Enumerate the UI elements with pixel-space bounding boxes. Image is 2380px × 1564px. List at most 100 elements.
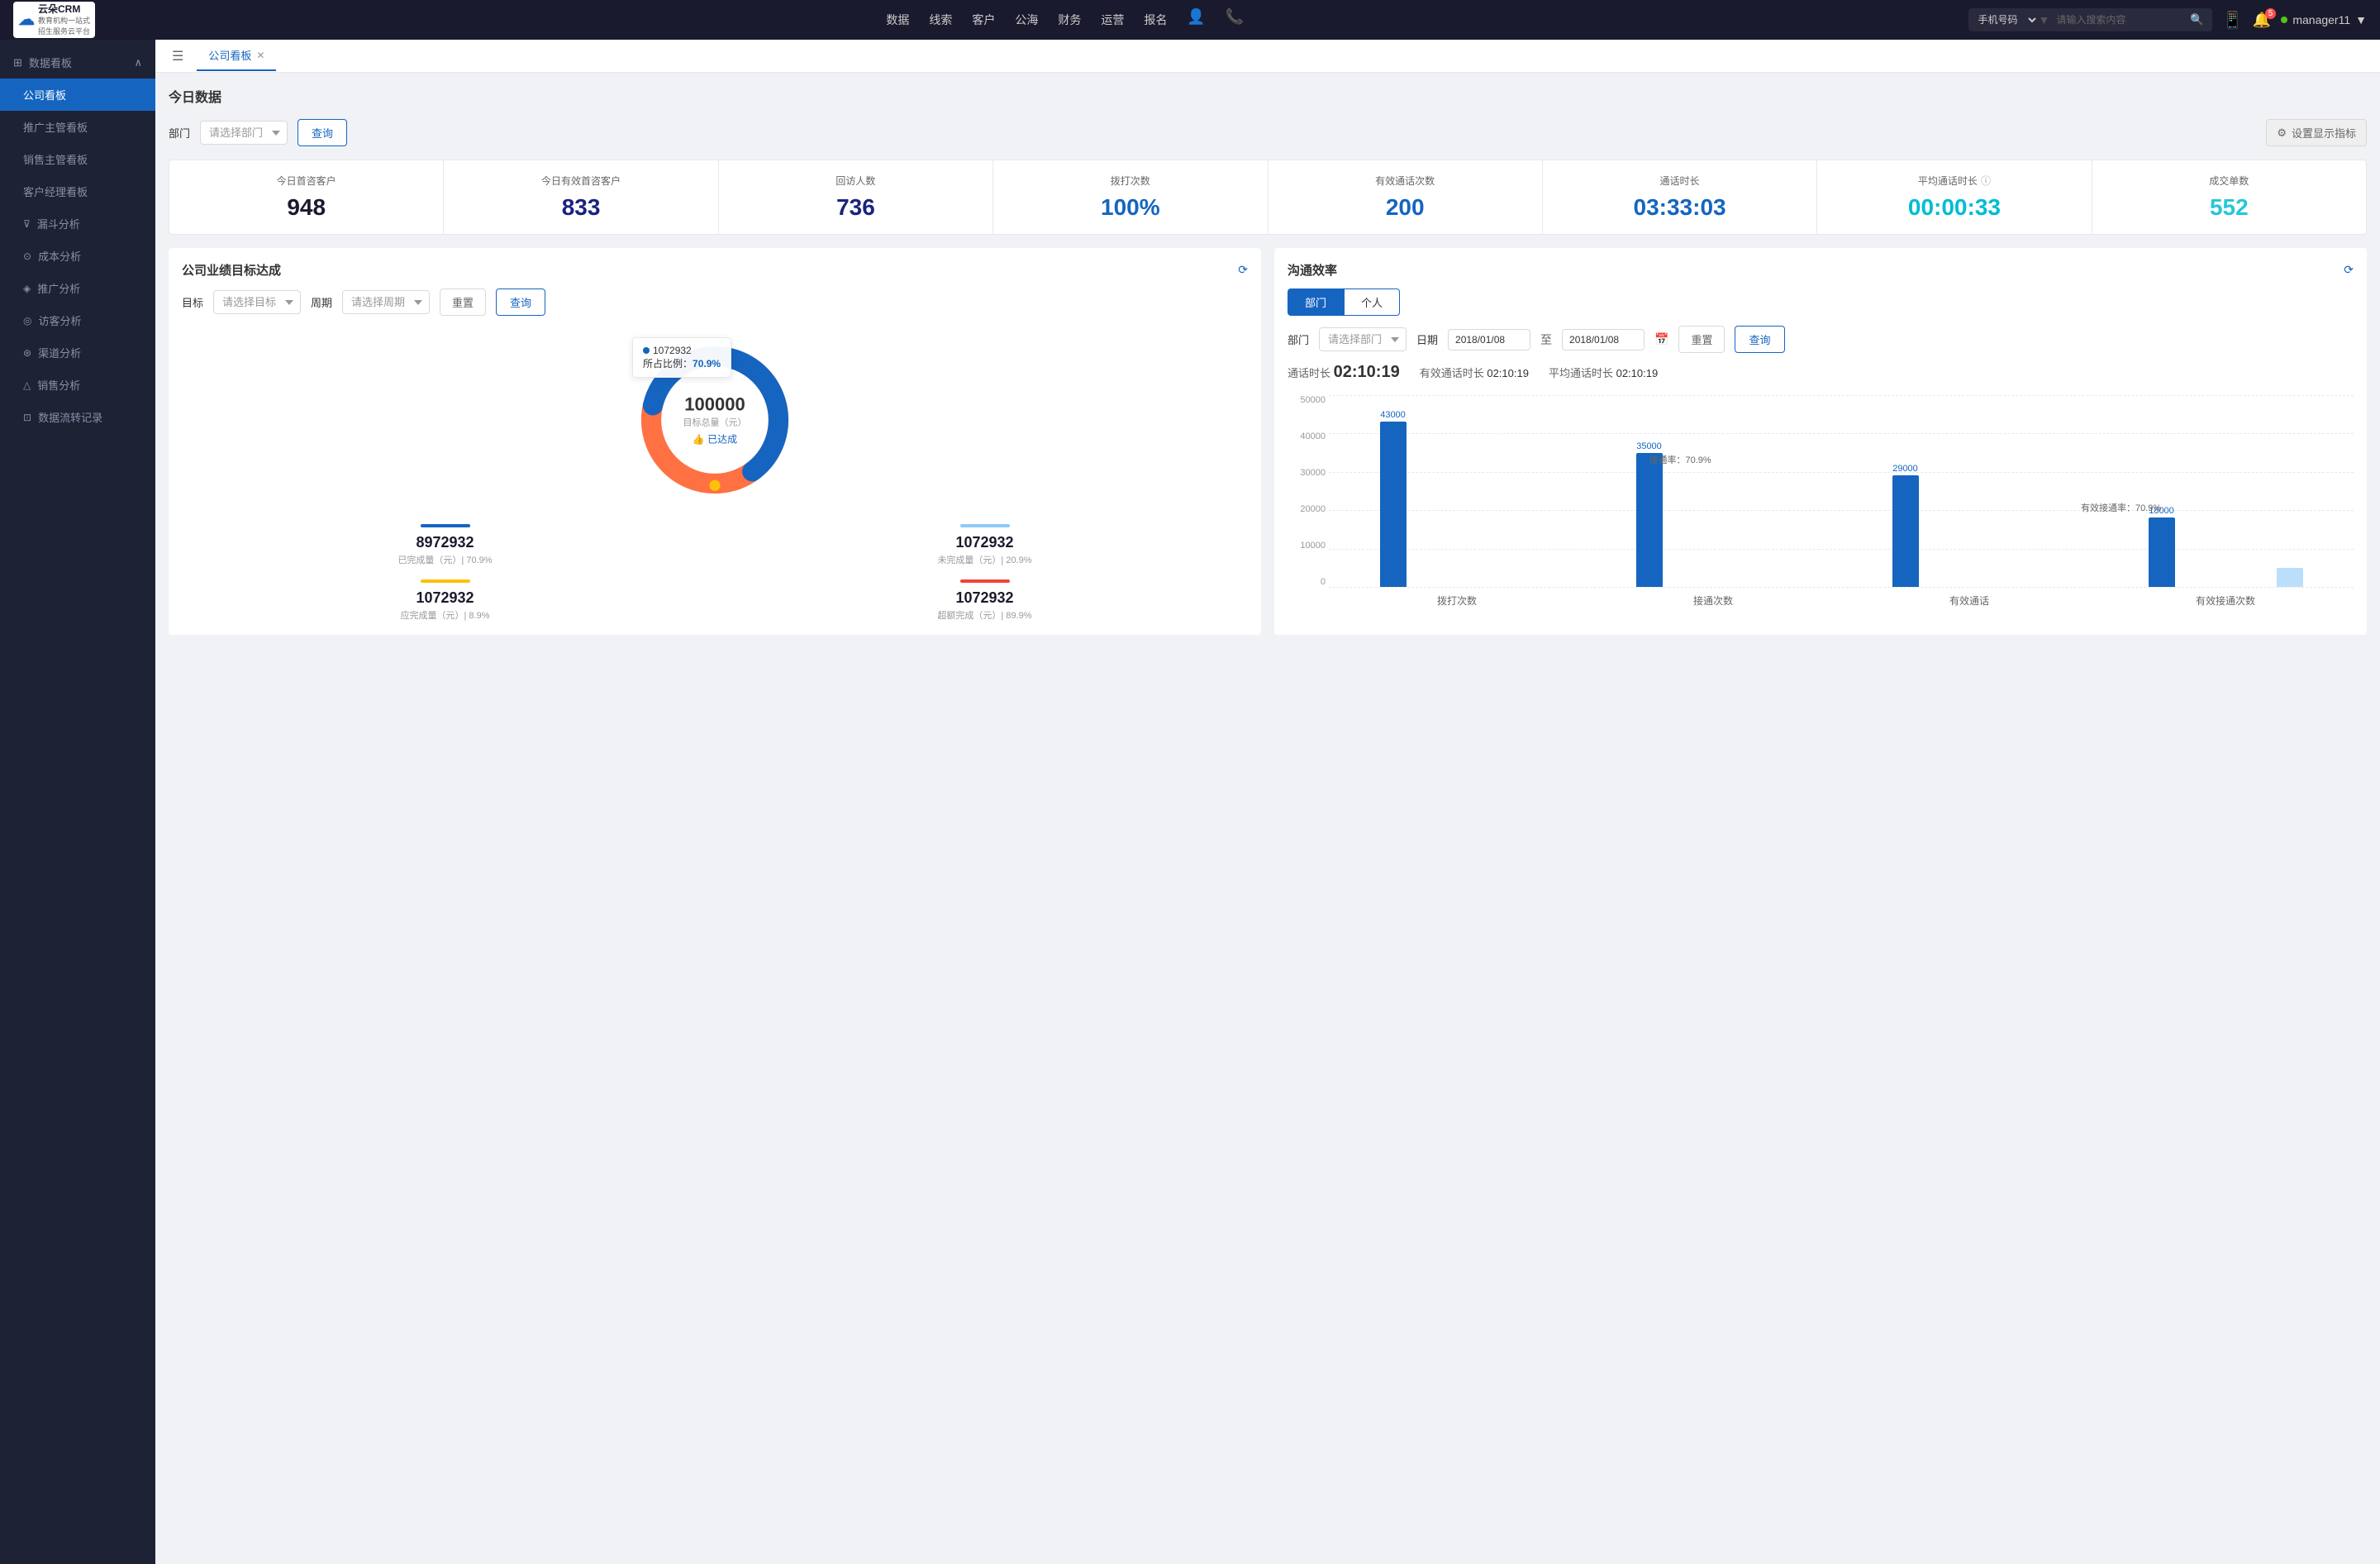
bar-dial-count [1380, 422, 1407, 587]
eff-stat-total: 通话时长 02:10:19 [1288, 363, 1400, 382]
tab-company-board[interactable]: 公司看板 ✕ [197, 41, 276, 71]
goal-stats: 8972932 已完成量（元）| 70.9% 1072932 未完成量（元）| … [182, 524, 1248, 622]
nav-register[interactable]: 报名 [1144, 8, 1167, 31]
eff-date-from[interactable] [1448, 329, 1530, 350]
nav-finance[interactable]: 财务 [1058, 8, 1081, 31]
today-query-button[interactable]: 查询 [298, 119, 347, 146]
period-select[interactable]: 请选择周期 [342, 290, 430, 314]
metric-value-5: 03:33:03 [1553, 194, 1806, 221]
sidebar-section-header[interactable]: ⊞ 数据看板 ∧ [0, 46, 155, 79]
eff-panel-header: 沟通效率 ⟳ [1288, 261, 2354, 279]
metric-card-0: 今日首咨客户 948 [169, 160, 443, 234]
calendar-icon[interactable]: 📅 [1654, 332, 1668, 346]
nav-leads[interactable]: 线索 [929, 8, 952, 31]
donut-center-label: 目标总量（元） [683, 416, 747, 429]
sidebar-item-funnel[interactable]: ⊽ 漏斗分析 [0, 207, 155, 240]
donut-chart: 1072932 所占比例：70.9% [624, 329, 806, 511]
nav-data[interactable]: 数据 [886, 8, 909, 31]
goal-reset-button[interactable]: 重置 [440, 288, 486, 316]
eff-dept-label: 部门 [1288, 331, 1309, 347]
settings-button[interactable]: ⚙ 设置显示指标 [2266, 119, 2367, 146]
nav-customers[interactable]: 客户 [972, 8, 995, 31]
notification-icon[interactable]: 🔔 5 [2253, 12, 2271, 29]
eff-total-label: 通话时长 [1288, 367, 1330, 379]
goal-stat-3: 1072932 超额完成（元）| 89.9% [721, 579, 1248, 622]
eff-date-to[interactable] [1562, 329, 1645, 350]
metric-card-3: 拨打次数 100% [993, 160, 1267, 234]
bar-connect-count [1636, 453, 1663, 587]
person-icon[interactable]: 👤 [1187, 8, 1205, 31]
sidebar-item-label: 推广分析 [37, 280, 80, 296]
period-label: 周期 [311, 294, 332, 310]
sidebar-item-label: 推广主管看板 [23, 119, 88, 135]
sidebar-toggle-icon[interactable]: ☰ [169, 45, 187, 68]
efficiency-panel: 沟通效率 ⟳ 部门 个人 部门 请选择部门 日期 至 [1274, 248, 2367, 635]
metric-label-4: 有效通话次数 [1278, 174, 1532, 188]
eff-total-value: 02:10:19 [1334, 363, 1400, 381]
sidebar-item-label: 访客分析 [38, 312, 81, 328]
sidebar-item-label: 公司看板 [23, 87, 66, 103]
sidebar-collapse-icon[interactable]: ∧ [134, 56, 142, 69]
sidebar-item-promo-manager[interactable]: 推广主管看板 [0, 111, 155, 143]
eff-query-button[interactable]: 查询 [1735, 326, 1784, 353]
logo: ☁ 云朵CRM 教育机构一站式 招生服务云平台 [13, 2, 162, 38]
sidebar-item-account-manager[interactable]: 客户经理看板 [0, 175, 155, 207]
metric-label-2: 回访人数 [729, 174, 983, 188]
eff-reset-button[interactable]: 重置 [1678, 326, 1725, 353]
eff-filter: 部门 请选择部门 日期 至 📅 重置 查询 [1288, 326, 2354, 353]
sidebar-item-label: 销售主管看板 [23, 151, 88, 167]
settings-label: 设置显示指标 [2292, 125, 2356, 141]
metric-value-6: 00:00:33 [1827, 194, 2081, 221]
sidebar-item-cost[interactable]: ⊙ 成本分析 [0, 240, 155, 272]
sidebar-item-visitor[interactable]: ◎ 访客分析 [0, 304, 155, 336]
nav-sea[interactable]: 公海 [1015, 8, 1038, 31]
goal-stat-1: 1072932 未完成量（元）| 20.9% [721, 524, 1248, 566]
goal-stat-bar-1 [960, 524, 1010, 527]
phone-icon[interactable]: 📞 [1226, 8, 1244, 31]
search-box: 手机号码 ▼ 🔍 [1968, 8, 2212, 31]
metrics-grid: 今日首咨客户 948 今日有效首咨客户 833 回访人数 736 拨打次数 10… [169, 160, 2367, 235]
eff-tab-dept[interactable]: 部门 [1288, 288, 1344, 316]
search-type-select[interactable]: 手机号码 [1968, 8, 2039, 31]
today-section-title: 今日数据 [169, 86, 2367, 106]
bar-label-43000: 43000 [1380, 410, 1406, 420]
user-dropdown-icon[interactable]: ▼ [2355, 13, 2367, 26]
eff-date-label: 日期 [1416, 331, 1438, 347]
sidebar-item-promo[interactable]: ◈ 推广分析 [0, 272, 155, 304]
metric-card-4: 有效通话次数 200 [1269, 160, 1542, 234]
nav-operations[interactable]: 运营 [1101, 8, 1124, 31]
eff-refresh-icon[interactable]: ⟳ [2344, 263, 2354, 277]
filter-left: 部门 请选择部门 查询 [169, 119, 347, 146]
mobile-icon[interactable]: 📱 [2222, 10, 2243, 31]
tooltip-value: 1072932 [653, 345, 692, 356]
sidebar-item-company-board[interactable]: 公司看板 [0, 79, 155, 111]
goal-select[interactable]: 请选择目标 [213, 290, 301, 314]
sidebar-item-sales-manager[interactable]: 销售主管看板 [0, 143, 155, 175]
logo-sub2: 招生服务云平台 [38, 26, 90, 36]
goal-query-button[interactable]: 查询 [496, 288, 545, 316]
search-button[interactable]: 🔍 [2182, 8, 2212, 31]
sidebar-item-sales[interactable]: △ 销售分析 [0, 369, 155, 401]
eff-avg-value: 02:10:19 [1616, 367, 1659, 379]
tooltip-pct-label: 所占比例： [643, 358, 693, 370]
goal-filter: 目标 请选择目标 周期 请选择周期 重置 查询 [182, 288, 1248, 316]
sidebar-item-flow-record[interactable]: ⊡ 数据流转记录 [0, 401, 155, 433]
search-input[interactable] [2049, 9, 2182, 31]
goal-refresh-icon[interactable]: ⟳ [1238, 263, 1248, 277]
donut-tooltip: 1072932 所占比例：70.9% [632, 337, 731, 378]
metric-value-1: 833 [454, 194, 707, 221]
dept-select[interactable]: 请选择部门 [200, 121, 288, 145]
sidebar-section-title: 数据看板 [29, 55, 72, 70]
tab-close-icon[interactable]: ✕ [256, 50, 264, 61]
tab-bar: ☰ 公司看板 ✕ [155, 40, 2380, 73]
y-label-1: 10000 [1288, 541, 1326, 551]
content-area: 今日数据 部门 请选择部门 查询 ⚙ 设置显示指标 今日首咨客户 [155, 73, 2380, 1564]
goal-stat-value-2: 1072932 [182, 589, 708, 607]
nav-right: 手机号码 ▼ 🔍 📱 🔔 5 manager11 ▼ [1968, 8, 2367, 31]
bar-label-29000: 29000 [1892, 464, 1918, 474]
eff-dept-select[interactable]: 请选择部门 [1319, 327, 1407, 351]
user-info[interactable]: manager11 ▼ [2281, 13, 2367, 26]
sidebar-item-channel[interactable]: ⊛ 渠道分析 [0, 336, 155, 369]
goal-panel-header: 公司业绩目标达成 ⟳ [182, 261, 1248, 279]
eff-tab-personal[interactable]: 个人 [1344, 288, 1400, 316]
